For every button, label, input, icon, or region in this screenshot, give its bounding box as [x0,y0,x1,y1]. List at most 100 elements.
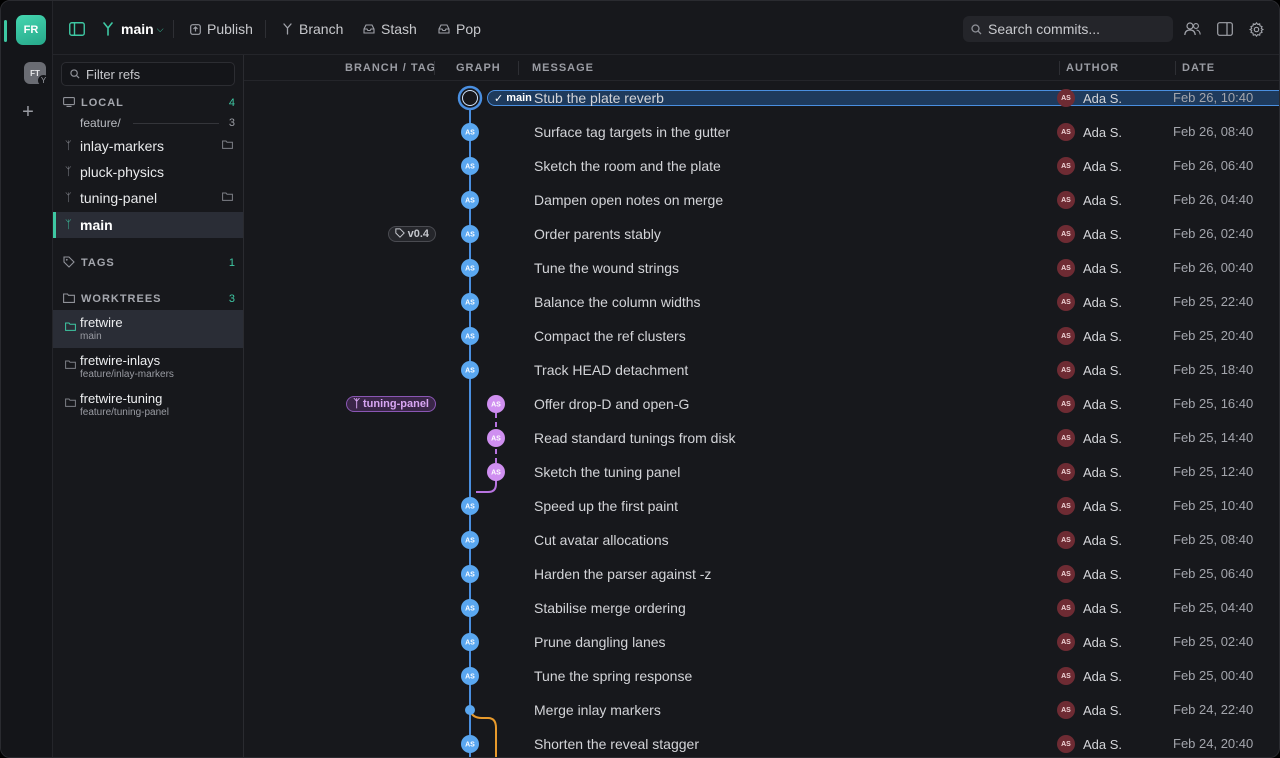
worktree-fretwire[interactable]: fretwire main [53,310,243,348]
commit-author: AS Ada S. [1057,531,1122,549]
column-branch-tag[interactable]: BRANCH / TAG [345,62,436,74]
column-divider[interactable] [1059,61,1060,75]
branch-icon: ᛉ [65,166,72,178]
commit-message: Read standard tunings from disk [534,430,736,446]
commit-author: AS Ada S. [1057,293,1122,311]
avatar: AS [1057,123,1075,141]
column-date[interactable]: DATE [1182,62,1215,74]
commit-message: Stub the plate reverb [534,90,664,106]
author-name: Ada S. [1083,328,1123,344]
worktree-folder-icon [222,140,233,152]
worktrees-count: 3 [228,293,235,305]
worktree-fretwire-tuning[interactable]: fretwire-tuning feature/tuning-panel [53,386,243,424]
branch-button[interactable]: Branch [282,18,343,40]
avatar: AS [1057,735,1075,753]
column-graph[interactable]: GRAPH [456,62,501,74]
tags-section-header[interactable]: TAGS 1 [63,255,235,271]
commit-author: AS Ada S. [1057,701,1122,719]
commit-message: Offer drop-D and open-G [534,396,690,412]
commit-message: Tune the wound strings [534,260,680,276]
commit-message: Dampen open notes on merge [534,192,724,208]
commit-author: AS Ada S. [1057,599,1122,617]
avatar: AS [1057,667,1075,685]
workspace-fr-button[interactable]: FR [16,15,46,45]
branch-icon [283,23,292,35]
commit-node-initials: AS [465,368,475,375]
commit-date: Feb 26, 10:40 [1173,90,1254,105]
column-message[interactable]: MESSAGE [532,62,594,74]
commit-message: Surface tag targets in the gutter [534,124,731,140]
branch-icon: ᛉ [65,192,72,204]
filter-refs-input[interactable] [86,66,226,82]
avatar: AS [1057,429,1075,447]
panel-toggle-icon[interactable] [1216,20,1234,38]
author-name: Ada S. [1083,396,1123,412]
publish-button[interactable]: Publish [190,18,253,40]
avatar: AS [1057,599,1075,617]
author-name: Ada S. [1083,192,1123,208]
refs-sidebar: LOCAL 4 feature/ 3 ᛉ inlay-markers ᛉ plu… [53,55,244,757]
pop-button[interactable]: Pop [438,18,481,40]
local-section-header[interactable]: LOCAL 4 [63,95,235,111]
commit-date: Feb 25, 12:40 [1173,464,1254,479]
sidebar-branch-main[interactable]: ᛉ main [53,212,243,238]
avatar: AS [1057,361,1075,379]
sidebar-toggle-button[interactable] [69,18,85,40]
commit-date: Feb 26, 06:40 [1173,158,1254,173]
search-box[interactable] [963,16,1173,42]
local-count: 4 [228,97,235,109]
commit-author: AS Ada S. [1057,157,1122,175]
commit-date: Feb 24, 20:40 [1173,736,1254,751]
commit-date: Feb 25, 20:40 [1173,328,1254,343]
avatar: AS [1057,531,1075,549]
sidebar-branch-inlay-markers[interactable]: ᛉ inlay-markers [53,133,243,159]
commit-node-initials: AS [465,606,475,613]
chevron-down-icon: ⌵ [156,23,164,34]
filter-box[interactable] [61,62,235,86]
avatar: AS [1057,701,1075,719]
worktree-fretwire-inlays[interactable]: fretwire-inlays feature/inlay-markers [53,348,243,386]
column-divider[interactable] [518,61,519,75]
merge-commit-node [465,705,475,715]
author-name: Ada S. [1083,260,1123,276]
add-workspace-button[interactable]: + [19,100,37,124]
commit-date: Feb 25, 02:40 [1173,634,1254,649]
tag-icon [63,255,77,271]
commit-node-initials: AS [465,742,475,749]
branch-selector[interactable]: main ⌵ [101,18,164,40]
commit-author: AS Ada S. [1057,633,1122,651]
commit-date: Feb 25, 10:40 [1173,498,1254,513]
sidebar-toggle-icon [69,22,85,36]
author-name: Ada S. [1083,158,1123,174]
author-name: Ada S. [1083,90,1123,106]
commit-node-initials: AS [465,572,475,579]
commit-author: AS Ada S. [1057,735,1122,753]
pop-label: Pop [456,21,481,37]
feature-folder[interactable]: feature/ 3 [80,115,235,131]
avatar: AS [1057,327,1075,345]
tags-section-title: TAGS [81,257,115,269]
toolbar-divider [265,20,266,38]
column-divider[interactable] [434,61,435,75]
current-branch-label: main [121,21,154,37]
settings-gear-icon[interactable] [1247,20,1265,38]
people-icon[interactable] [1183,20,1201,38]
worktrees-section-header[interactable]: WORKTREES 3 [63,291,235,307]
stash-button[interactable]: Stash [363,18,417,40]
author-name: Ada S. [1083,566,1123,582]
commit-message: Shorten the reveal stagger [534,736,699,752]
commit-node-initials: AS [491,470,501,477]
commit-message: Cut avatar allocations [534,532,669,548]
local-section-title: LOCAL [81,97,124,109]
sidebar-branch-tuning-panel[interactable]: ᛉ tuning-panel [53,185,243,211]
column-author[interactable]: AUTHOR [1066,62,1119,74]
avatar: AS [1057,395,1075,413]
commit-graph: AS AS AS AS AS AS AS AS AS AS AS AS AS AS AS AS AS AS [457,85,505,757]
search-input[interactable] [988,21,1168,37]
column-divider[interactable] [1175,61,1176,75]
commit-date: Feb 25, 16:40 [1173,396,1254,411]
commit-node-initials: AS [465,334,475,341]
commit-date: Feb 25, 08:40 [1173,532,1254,547]
commit-message: Stabilise merge ordering [534,600,686,616]
sidebar-branch-pluck-physics[interactable]: ᛉ pluck-physics [53,159,243,185]
